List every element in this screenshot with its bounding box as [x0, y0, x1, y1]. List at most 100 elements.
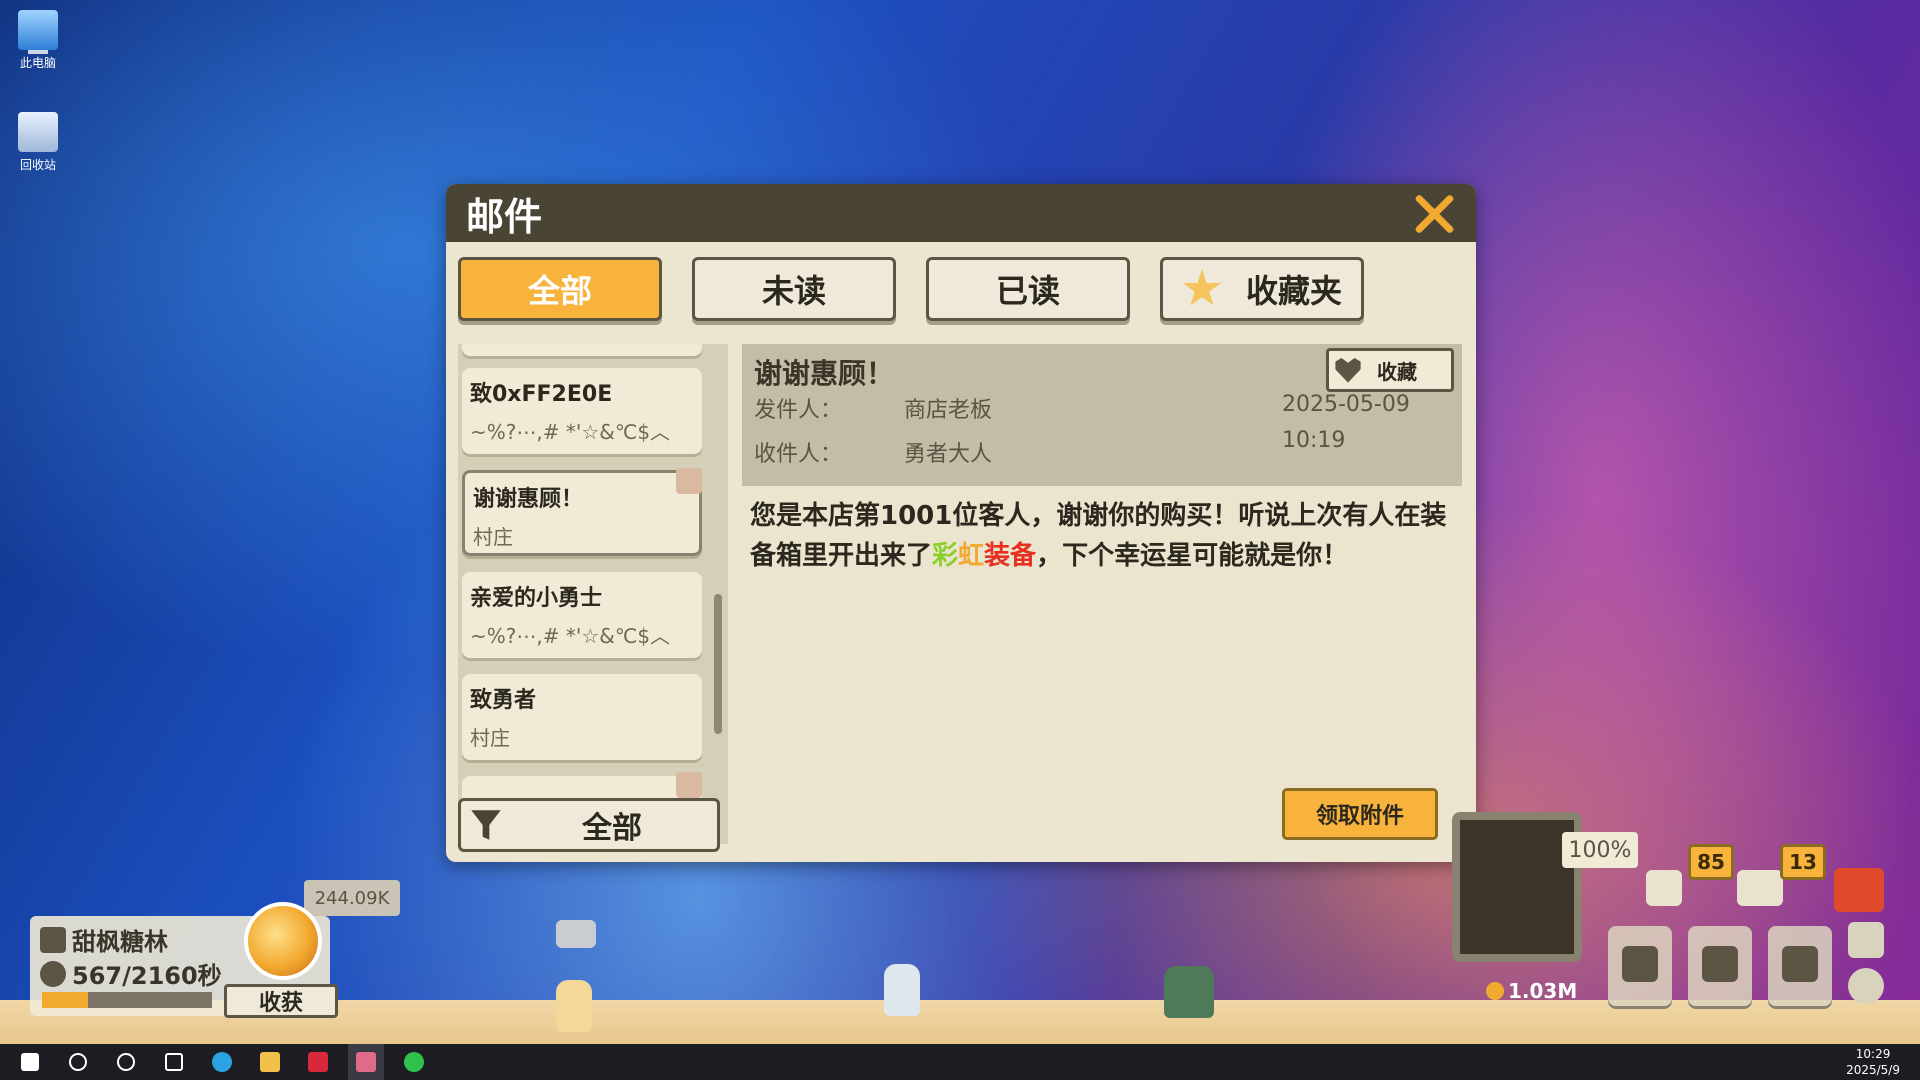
search-icon [69, 1053, 87, 1071]
claim-label: 领取附件 [1315, 804, 1404, 829]
gold-coin-icon [1486, 982, 1504, 1000]
mail-header: 谢谢惠顾！ 收藏 发件人： 商店老板 收件人： 勇者大人 2025-05-09 … [742, 344, 1462, 486]
tab-unread[interactable]: 未读 [692, 257, 896, 321]
desktop-icon-recycle-bin[interactable]: 回收站 [12, 112, 64, 173]
list-item[interactable]: 亲爱的小勇士 ~%?⋯,# *'☆&℃$︿ [462, 572, 702, 658]
notepad-icon [1646, 870, 1682, 906]
start-button[interactable] [12, 1044, 48, 1080]
gold-amount: 1.03M [1508, 979, 1578, 1003]
star-icon [1182, 269, 1222, 306]
cortana-button[interactable] [108, 1044, 144, 1080]
mail-date: 2025-05-09 [1282, 392, 1410, 417]
list-item-selected[interactable]: 谢谢惠顾！ 村庄 [462, 470, 702, 556]
claim-attachment-button[interactable]: 领取附件 [1282, 788, 1438, 840]
tab-label: 已读 [995, 272, 1060, 310]
harvest-label: 收获 [258, 991, 303, 1016]
clock-date: 2025/5/9 [1846, 1063, 1900, 1077]
gold-display: 1.03M [1486, 976, 1586, 1006]
coin-button[interactable] [244, 902, 322, 980]
timer-row: 567/2160秒 [40, 956, 222, 991]
sender-label: 发件人： [754, 398, 843, 423]
tab-favorites[interactable]: 收藏夹 [1160, 257, 1364, 321]
envelope-icon [1737, 870, 1783, 906]
close-icon[interactable] [1412, 191, 1456, 235]
task-view-icon [165, 1053, 183, 1071]
rainbow-text: 虹 [958, 541, 985, 571]
mail-title: 邮件 [466, 194, 543, 239]
tab-all[interactable]: 全部 [458, 257, 662, 321]
taskbar-wechat[interactable] [396, 1044, 432, 1080]
completion-percent: 100% [1562, 832, 1638, 868]
mail-item-sender: 村庄 [473, 525, 513, 549]
mail-titlebar: 邮件 [446, 184, 1476, 242]
tab-label: 未读 [761, 272, 826, 310]
favorite-button[interactable]: 收藏 [1326, 348, 1454, 392]
quests-button[interactable] [1636, 860, 1692, 916]
tab-label: 收藏夹 [1245, 272, 1342, 310]
list-item[interactable] [462, 344, 702, 356]
character-girl [556, 980, 592, 1032]
heart-icon [1335, 358, 1361, 383]
recycle-bin-icon [18, 112, 58, 152]
filter-label: 全部 [582, 811, 642, 846]
favorite-label: 收藏 [1377, 359, 1417, 384]
mail-item-title: 致勇者 [470, 688, 537, 713]
edge-icon [212, 1052, 232, 1072]
timer-icon [40, 960, 66, 987]
desktop-icon-label: 此电脑 [19, 56, 56, 70]
computer-icon [18, 10, 58, 50]
plant-icon [40, 926, 66, 953]
mail-item-sender: ~%?⋯,# *'☆&℃$︿ [470, 624, 671, 648]
save-icon[interactable] [1848, 922, 1884, 958]
mail-list-scrollbar[interactable] [714, 594, 722, 734]
taskbar-app-red[interactable] [300, 1044, 336, 1080]
coin-amount: 244.09K [304, 880, 400, 916]
game-icon [356, 1052, 376, 1072]
gear-icon[interactable] [1848, 968, 1884, 1004]
taskbar-edge[interactable] [204, 1044, 240, 1080]
list-item[interactable]: 致勇者 村庄 [462, 674, 702, 760]
app-icon [308, 1052, 328, 1072]
search-button[interactable] [60, 1044, 96, 1080]
folder-icon [260, 1052, 280, 1072]
mail-time: 10:19 [1282, 428, 1346, 453]
area-name: 甜枫糖林 [72, 928, 168, 956]
map-menu-button[interactable] [1768, 926, 1832, 1006]
desktop-icon-computer[interactable]: 此电脑 [12, 10, 64, 71]
mail-item-title: 亲爱的小勇士 [470, 586, 603, 611]
list-item[interactable]: 致0xFF2E0E ~%?⋯,# *'☆&℃$︿ [462, 368, 702, 454]
sender-name: 商店老板 [904, 398, 993, 423]
tab-read[interactable]: 已读 [926, 257, 1130, 321]
wechat-icon [404, 1052, 424, 1072]
mail-tabs: 全部 未读 已读 收藏夹 [458, 257, 1364, 321]
clock-time: 10:29 [1855, 1047, 1891, 1061]
scroll-map-icon [1782, 946, 1818, 982]
mail-list[interactable]: 致0xFF2E0E ~%?⋯,# *'☆&℃$︿ 谢谢惠顾！ 村庄 亲爱的小勇士… [458, 344, 728, 844]
filter-button[interactable]: 全部 [458, 798, 720, 852]
taskbar-explorer[interactable] [252, 1044, 288, 1080]
mail-reader: 谢谢惠顾！ 收藏 发件人： 商店老板 收件人： 勇者大人 2025-05-09 … [742, 344, 1462, 844]
rainbow-text: 装备 [984, 541, 1037, 571]
harvest-button[interactable]: 收获 [224, 984, 338, 1018]
taskbar-game[interactable] [348, 1044, 384, 1080]
desktop-icon-label: 回收站 [19, 158, 56, 172]
mail-item-title: 谢谢惠顾！ [473, 487, 584, 512]
taskbar-clock[interactable]: 10:29 2025/5/9 [1846, 1046, 1900, 1078]
scroll-attachment-icon [676, 772, 702, 798]
filter-icon [471, 810, 501, 840]
chest-menu-button[interactable] [1688, 926, 1752, 1006]
mail-item-sender: ~%?⋯,# *'☆&℃$︿ [470, 420, 671, 444]
scroll-attachment-icon [676, 468, 702, 494]
taskbar: 10:29 2025/5/9 [0, 1044, 1920, 1080]
windows-icon [21, 1053, 39, 1071]
character-icon [1622, 946, 1658, 982]
timer-text: 567/2160秒 [72, 962, 222, 990]
mail-window: 邮件 全部 未读 已读 收藏夹 致0xFF2E0E ~%?⋯,# *'☆&℃$︿… [446, 184, 1476, 862]
recipient-name: 勇者大人 [904, 442, 993, 467]
chest-icon [1702, 946, 1738, 982]
harvest-progress-bar [42, 992, 212, 1008]
task-view-button[interactable] [156, 1044, 192, 1080]
rainbow-text: 彩 [932, 541, 959, 571]
character-menu-button[interactable] [1608, 926, 1672, 1006]
hide-eye-icon[interactable] [1834, 868, 1884, 912]
